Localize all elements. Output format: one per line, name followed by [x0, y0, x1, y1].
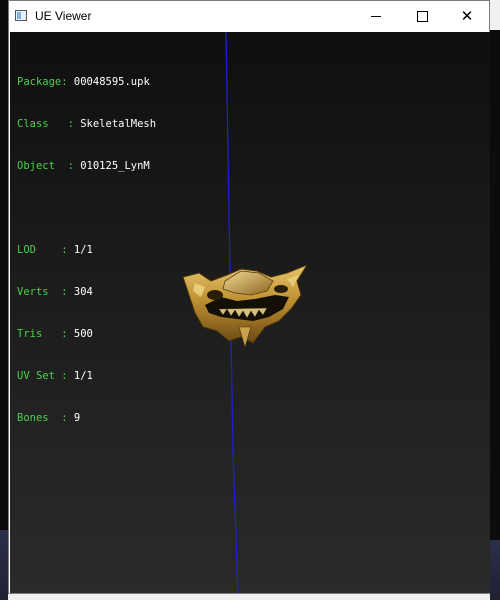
- info-uvset: UV Set : 1/1: [17, 370, 93, 382]
- app-window-icon: [15, 10, 27, 21]
- ue-viewer-window: UE Viewer ✕ Package: 00048595.upk Class …: [8, 0, 490, 594]
- minimize-button[interactable]: [353, 1, 399, 32]
- title-bar[interactable]: UE Viewer ✕: [9, 1, 489, 32]
- window-title: UE Viewer: [35, 9, 92, 23]
- info-tris: Tris : 500: [17, 328, 93, 340]
- maximize-icon: [416, 11, 428, 22]
- skeletal-mesh-model[interactable]: [175, 265, 307, 355]
- close-button[interactable]: ✕: [444, 1, 490, 32]
- info-spacer: [17, 201, 156, 215]
- info-object: Object : 010125_LynM: [17, 160, 150, 172]
- info-verts: Verts : 304: [17, 286, 93, 298]
- 3d-viewport[interactable]: Package: 00048595.upk Class : SkeletalMe…: [10, 32, 490, 593]
- background-console-left: [0, 0, 8, 600]
- background-right-top: [490, 0, 500, 30]
- info-package: Package: 00048595.upk: [17, 76, 150, 88]
- mesh-info-overlay: Package: 00048595.upk Class : SkeletalMe…: [17, 47, 156, 453]
- background-desktop-left: [0, 530, 8, 600]
- background-desktop-right: [490, 540, 500, 600]
- info-bones: Bones : 9: [17, 412, 81, 424]
- background-console-right: [490, 30, 500, 600]
- maximize-button[interactable]: [399, 1, 445, 32]
- info-lod: LOD : 1/1: [17, 244, 93, 256]
- info-class: Class : SkeletalMesh: [17, 118, 157, 130]
- close-icon: ✕: [460, 7, 474, 25]
- minimize-icon: [371, 16, 381, 17]
